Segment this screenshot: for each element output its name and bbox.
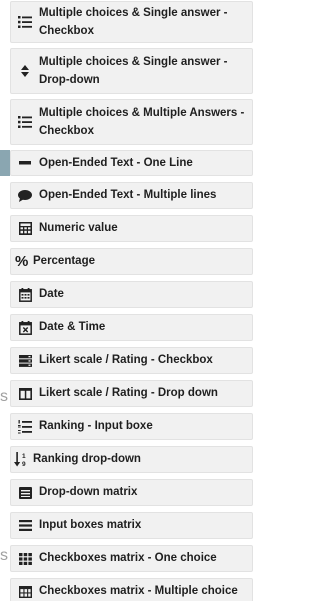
page-background — [0, 0, 10, 601]
calendar-x-icon — [11, 320, 39, 335]
option-single-answer-checkbox[interactable]: Multiple choices & Single answer - Check… — [10, 1, 253, 43]
option-single-answer-dropdown[interactable]: Multiple choices & Single answer - Drop-… — [10, 48, 253, 94]
option-date[interactable]: Date — [10, 281, 253, 308]
option-label: Likert scale / Rating - Checkbox — [39, 354, 213, 366]
option-label: Multiple choices & Single answer - Check… — [39, 7, 228, 37]
background-text-fragment: s — [0, 388, 8, 405]
columns-icon — [11, 387, 39, 400]
option-label: Percentage — [33, 255, 96, 267]
background-text-fragment: s — [0, 547, 8, 564]
option-checkboxes-multiple-choice[interactable]: Checkboxes matrix - Multiple choice — [10, 578, 253, 601]
calendar-icon — [11, 287, 39, 302]
svg-text:9: 9 — [22, 461, 26, 467]
dash-icon — [11, 161, 39, 165]
option-label: Drop-down matrix — [39, 486, 138, 498]
option-label: Open-Ended Text - One Line — [39, 156, 193, 169]
option-label: Input boxes matrix — [39, 519, 142, 531]
option-open-ended-multiple-lines[interactable]: Open-Ended Text - Multiple lines — [10, 182, 253, 209]
option-label: Multiple choices & Single answer - Drop-… — [39, 56, 228, 86]
option-ranking-input[interactable]: Ranking - Input boxe — [10, 413, 253, 440]
background-banner — [0, 150, 10, 176]
sort-arrows-icon — [11, 65, 39, 77]
option-numeric-value[interactable]: Numeric value — [10, 215, 253, 242]
window-list-icon — [11, 486, 39, 499]
bars-icon — [11, 520, 39, 531]
option-label: Likert scale / Rating - Drop down — [39, 387, 218, 399]
calculator-icon — [11, 222, 39, 235]
option-label: Date & Time — [39, 321, 106, 333]
option-likert-checkbox[interactable]: Likert scale / Rating - Checkbox — [10, 347, 253, 374]
option-open-ended-one-line[interactable]: Open-Ended Text - One Line — [10, 150, 253, 176]
option-label: Date — [39, 288, 64, 300]
grid-icon — [11, 552, 39, 565]
option-label: Ranking - Input boxe — [39, 420, 153, 432]
option-label: Checkboxes matrix - One choice — [39, 552, 217, 564]
table-icon — [11, 585, 39, 598]
option-label: Open-Ended Text - Multiple lines — [39, 189, 217, 201]
option-label: Numeric value — [39, 222, 118, 234]
speech-bubble-icon — [11, 189, 39, 202]
option-checkboxes-one-choice[interactable]: Checkboxes matrix - One choice — [10, 545, 253, 572]
option-multiple-answers-checkbox[interactable]: Multiple choices & Multiple Answers - Ch… — [10, 99, 253, 145]
server-stack-icon — [11, 354, 39, 367]
option-label: Multiple choices & Multiple Answers - Ch… — [39, 107, 245, 137]
svg-text:1: 1 — [22, 453, 26, 460]
option-ranking-dropdown[interactable]: 19 Ranking drop-down — [10, 446, 253, 473]
option-likert-dropdown[interactable]: Likert scale / Rating - Drop down — [10, 380, 253, 407]
option-label: Checkboxes matrix - Multiple choice — [39, 585, 238, 597]
option-percentage[interactable]: % Percentage — [10, 248, 253, 275]
option-dropdown-matrix[interactable]: Drop-down matrix — [10, 479, 253, 506]
option-label: Ranking drop-down — [33, 453, 141, 465]
list-icon — [11, 116, 39, 128]
option-date-time[interactable]: Date & Time — [10, 314, 253, 341]
option-input-boxes-matrix[interactable]: Input boxes matrix — [10, 512, 253, 539]
list-icon — [11, 16, 39, 28]
numbered-list-icon — [11, 419, 39, 434]
